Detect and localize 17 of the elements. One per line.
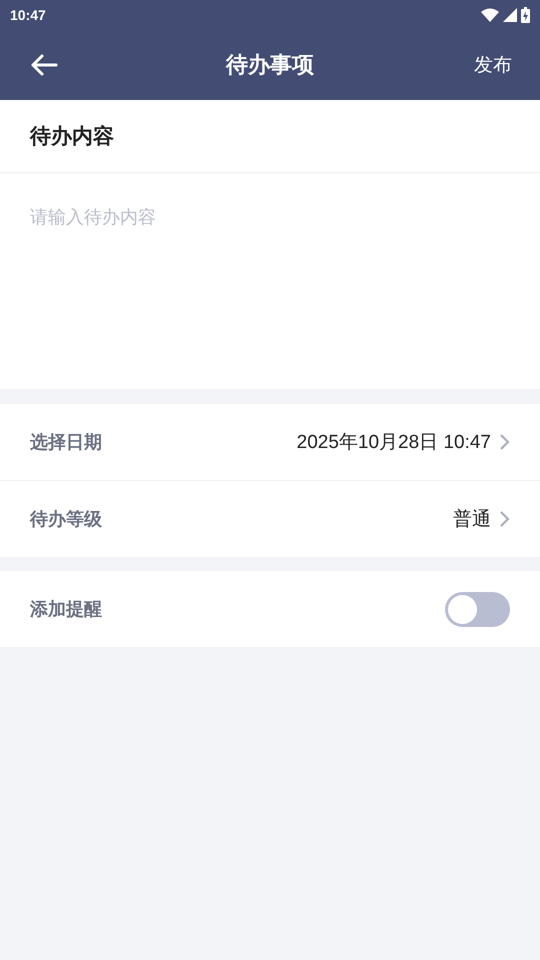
- setting-label: 选择日期: [30, 431, 102, 454]
- battery-icon: [521, 7, 530, 23]
- chevron-icon: [499, 433, 510, 451]
- reminder-toggle[interactable]: [445, 592, 510, 626]
- publish-button[interactable]: 发布: [474, 52, 512, 78]
- wifi-icon: [481, 8, 499, 22]
- content-input[interactable]: 请输入待办内容: [0, 173, 540, 389]
- signal-icon: [503, 8, 517, 22]
- setting-select[interactable]: 普通: [453, 506, 510, 532]
- setting-label: 待办等级: [30, 508, 102, 531]
- page-title: 待办事项: [226, 52, 314, 80]
- section-title: 待办内容: [0, 100, 540, 173]
- setting-select[interactable]: 2025年10月28日 10:47: [296, 429, 510, 455]
- chevron-icon: [499, 510, 510, 528]
- back-button[interactable]: [30, 53, 58, 77]
- status-time: 10:47: [10, 7, 46, 23]
- setting-label: 添加提醒: [30, 598, 102, 621]
